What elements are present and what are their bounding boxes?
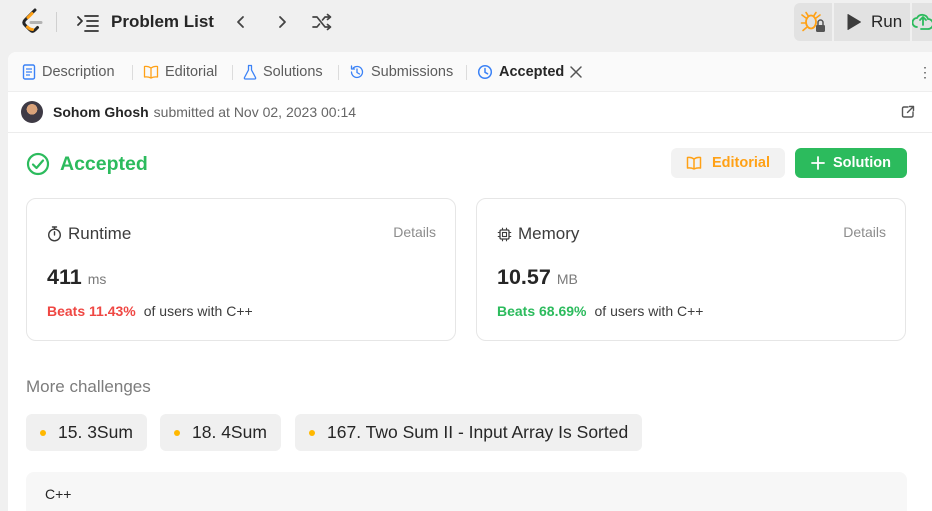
submit-button[interactable] [912, 3, 932, 41]
runtime-beats-value: Beats 11.43% [47, 303, 136, 319]
tab-separator [132, 65, 133, 80]
editorial-button-label: Editorial [711, 155, 770, 171]
tab-description[interactable]: Description [22, 52, 115, 92]
chevron-right-icon[interactable] [273, 12, 291, 32]
chip-icon [497, 227, 512, 241]
bug-lock-icon [800, 11, 825, 32]
cloud-upload-icon [912, 13, 932, 30]
tab-separator [232, 65, 233, 80]
submitter-name[interactable]: Sohom Ghosh [53, 104, 149, 120]
stopwatch-icon [47, 226, 62, 242]
run-label: Run [871, 12, 903, 31]
runtime-beats-suffix: of users with C++ [143, 303, 253, 319]
leetcode-logo-icon[interactable] [20, 8, 46, 36]
tab-submissions-label: Submissions [371, 64, 454, 80]
memory-beats-suffix: of users with C++ [594, 303, 704, 319]
top-bar: Problem List Run [0, 0, 932, 46]
tab-solutions-label: Solutions [263, 64, 323, 80]
tab-editorial-label: Editorial [165, 64, 218, 80]
runtime-number: 411 [47, 265, 82, 289]
flask-icon [243, 64, 257, 80]
submitted-at-text: submitted at Nov 02, 2023 00:14 [153, 104, 357, 120]
memory-beats-value: Beats 68.69% [497, 303, 587, 319]
more-challenges-title: More challenges [26, 377, 151, 396]
runtime-beats: Beats 11.43% of users with C++ [47, 303, 253, 319]
submission-panel: Description Editorial Solutions Submissi… [8, 52, 932, 511]
difficulty-dot [40, 429, 46, 436]
shuffle-icon[interactable] [311, 12, 333, 32]
history-icon [350, 65, 364, 79]
run-button[interactable]: Run [834, 3, 910, 41]
submission-info-bar: Sohom Ghosh submitted at Nov 02, 2023 00:… [8, 92, 932, 133]
difficulty-dot [309, 429, 315, 436]
panel-tabs: Description Editorial Solutions Submissi… [8, 52, 932, 92]
avatar[interactable] [21, 101, 43, 123]
challenge-chip-label: 18. 4Sum [192, 422, 267, 442]
memory-details-link[interactable]: Details [843, 224, 886, 240]
difficulty-dot [174, 429, 180, 436]
problem-list-icon[interactable] [76, 13, 100, 33]
runtime-heading: Runtime [47, 224, 131, 244]
memory-title: Memory [518, 224, 580, 243]
challenge-chip[interactable]: 167. Two Sum II - Input Array Is Sorted [295, 414, 643, 451]
runtime-card[interactable]: Runtime Details 411 ms Beats 11.43% of use… [26, 198, 456, 341]
runtime-details-link[interactable]: Details [393, 224, 436, 240]
topbar-divider [56, 12, 57, 32]
clock-icon [477, 64, 493, 80]
book-icon [686, 156, 702, 170]
memory-value: 10.57 MB [497, 265, 578, 290]
tab-description-label: Description [42, 64, 115, 80]
result-status: Accepted [26, 152, 148, 176]
tab-separator [466, 65, 467, 80]
tab-separator [338, 65, 339, 80]
check-circle-icon [26, 152, 50, 176]
tab-solutions[interactable]: Solutions [243, 52, 323, 92]
solution-button[interactable]: Solution [795, 148, 907, 178]
submission-info: Sohom Ghosh submitted at Nov 02, 2023 00:… [53, 104, 356, 120]
editorial-button[interactable]: Editorial [671, 148, 785, 178]
code-language-label: C++ [45, 486, 72, 502]
more-options-icon[interactable]: ⋮⋮ [918, 64, 932, 81]
play-icon [847, 14, 861, 30]
code-block: C++ [26, 472, 907, 511]
tab-accepted-label: Accepted [499, 64, 565, 80]
tab-submissions[interactable]: Submissions [349, 52, 453, 92]
runtime-unit: ms [87, 271, 107, 287]
solution-button-label: Solution [833, 155, 891, 171]
memory-card[interactable]: Memory Details 10.57 MB Beats 68.69% of us… [476, 198, 906, 341]
challenge-chip[interactable]: 18. 4Sum [160, 414, 281, 451]
close-icon[interactable] [568, 64, 584, 80]
book-icon [143, 65, 159, 79]
status-text: Accepted [60, 152, 148, 175]
problem-list-label[interactable]: Problem List [111, 12, 214, 32]
challenge-chip-label: 15. 3Sum [58, 422, 133, 442]
memory-number: 10.57 [497, 265, 551, 289]
chevron-left-icon[interactable] [232, 12, 250, 32]
memory-unit: MB [556, 271, 578, 287]
plus-icon [811, 156, 825, 170]
runtime-value: 411 ms [47, 265, 106, 290]
runtime-title: Runtime [68, 224, 132, 243]
debugger-button[interactable] [794, 3, 832, 41]
memory-beats: Beats 68.69% of users with C++ [497, 303, 703, 319]
tab-accepted[interactable]: Accepted [477, 52, 564, 92]
challenge-chip-label: 167. Two Sum II - Input Array Is Sorted [327, 422, 629, 442]
memory-heading: Memory [497, 224, 579, 244]
share-icon[interactable] [901, 105, 915, 119]
challenge-chip[interactable]: 15. 3Sum [26, 414, 147, 451]
document-icon [22, 64, 36, 80]
tab-editorial[interactable]: Editorial [143, 52, 217, 92]
